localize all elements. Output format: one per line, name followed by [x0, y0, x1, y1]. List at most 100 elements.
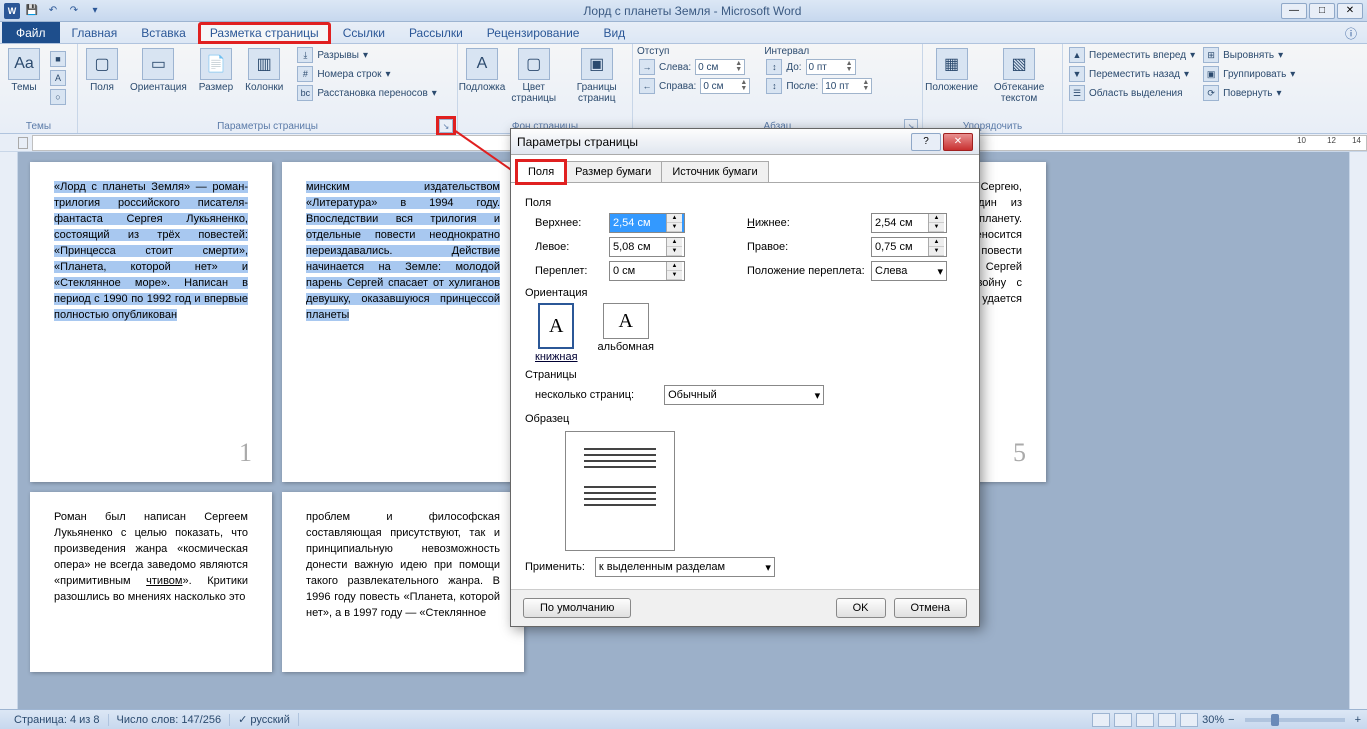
- word-icon: W: [4, 3, 20, 19]
- close-button[interactable]: ✕: [1337, 3, 1363, 19]
- status-language[interactable]: ✓ русский: [230, 713, 299, 726]
- indent-left-input[interactable]: 0 см▲▼: [695, 59, 745, 75]
- document-page[interactable]: минским издательством «Литература» в 199…: [282, 162, 524, 482]
- spacing-after-input[interactable]: 10 пт▲▼: [822, 78, 872, 94]
- maximize-button[interactable]: □: [1309, 3, 1335, 19]
- position-icon: ▦: [936, 48, 968, 80]
- right-margin-input[interactable]: ▲▼: [871, 237, 947, 257]
- default-button[interactable]: По умолчанию: [523, 598, 631, 618]
- margins-button[interactable]: ▢Поля: [82, 46, 122, 95]
- selection-pane-button[interactable]: ☰Область выделения: [1067, 84, 1197, 102]
- top-margin-input[interactable]: ▲▼: [609, 213, 685, 233]
- document-page[interactable]: проблем и философская составляющая прису…: [282, 492, 524, 672]
- bottom-margin-input[interactable]: ▲▼: [871, 213, 947, 233]
- save-button[interactable]: 💾: [23, 2, 41, 20]
- dialog-tab-source[interactable]: Источник бумаги: [661, 161, 768, 183]
- position-button[interactable]: ▦ Положение: [927, 46, 976, 95]
- orientation-button[interactable]: ▭Ориентация: [126, 46, 191, 95]
- page-setup-launcher[interactable]: ↘: [439, 119, 453, 133]
- document-page[interactable]: «Лорд с планеты Земля» — роман-трилогия …: [30, 162, 272, 482]
- wrap-button[interactable]: ▧Обтекание текстом: [980, 46, 1058, 106]
- zoom-slider[interactable]: [1245, 718, 1345, 722]
- redo-button[interactable]: ↷: [65, 2, 83, 20]
- position-label: Положение: [925, 82, 978, 93]
- page-borders-button[interactable]: ▣Границы страниц: [565, 46, 628, 106]
- dialog-tab-paper[interactable]: Размер бумаги: [564, 161, 662, 183]
- view-print-layout[interactable]: [1092, 713, 1110, 727]
- dialog-close-button[interactable]: ✕: [943, 133, 973, 151]
- ruler-mark: 10: [1297, 136, 1306, 145]
- line-numbers-button[interactable]: #Номера строк ▾: [295, 65, 438, 83]
- gutter-label: Переплет:: [535, 265, 605, 277]
- themes-button[interactable]: Aa Темы: [4, 46, 44, 95]
- tab-page-layout[interactable]: Разметка страницы: [198, 22, 331, 44]
- align-button[interactable]: ⊞Выровнять ▾: [1201, 46, 1297, 64]
- ok-button[interactable]: OK: [836, 598, 886, 618]
- orientation-landscape[interactable]: Aальбомная: [598, 303, 654, 363]
- document-page[interactable]: Роман был написан Сергеем Лукьяненко с ц…: [30, 492, 272, 672]
- theme-colors-icon[interactable]: ■: [50, 51, 66, 67]
- theme-effects-icon[interactable]: ○: [50, 89, 66, 105]
- left-margin-input[interactable]: ▲▼: [609, 237, 685, 257]
- indent-label: Отступ: [637, 46, 752, 57]
- orientation-portrait[interactable]: Aкнижная: [535, 303, 578, 363]
- hyphenation-button[interactable]: bcРасстановка переносов ▾: [295, 84, 438, 102]
- dialog-tab-margins[interactable]: Поля: [517, 161, 565, 183]
- page-color-button[interactable]: ▢Цвет страницы: [506, 46, 561, 106]
- qat-customize[interactable]: ▾: [86, 2, 104, 20]
- spacing-before-icon: ↕: [766, 59, 782, 75]
- group-button[interactable]: ▣Группировать ▾: [1201, 65, 1297, 83]
- indent-right-input[interactable]: 0 см▲▼: [700, 78, 750, 94]
- status-page[interactable]: Страница: 4 из 8: [6, 714, 109, 726]
- undo-button[interactable]: ↶: [44, 2, 62, 20]
- page-number: 5: [1013, 434, 1026, 472]
- theme-fonts-icon[interactable]: A: [50, 70, 66, 86]
- right-margin-label: Правое:: [747, 241, 867, 253]
- tab-review[interactable]: Рецензирование: [475, 22, 592, 43]
- minimize-button[interactable]: —: [1281, 3, 1307, 19]
- status-word-count[interactable]: Число слов: 147/256: [109, 714, 231, 726]
- vertical-scrollbar[interactable]: [1349, 152, 1367, 709]
- size-button[interactable]: 📄Размер: [195, 46, 237, 95]
- view-draft[interactable]: [1180, 713, 1198, 727]
- rotate-button[interactable]: ⟳Повернуть ▾: [1201, 84, 1297, 102]
- view-outline[interactable]: [1158, 713, 1176, 727]
- tab-insert[interactable]: Вставка: [129, 22, 198, 43]
- send-backward-button[interactable]: ▼Переместить назад ▾: [1067, 65, 1197, 83]
- gutter-pos-select[interactable]: Слева▾: [871, 261, 947, 281]
- line-numbers-label: Номера строк: [317, 69, 381, 80]
- selection-pane-label: Область выделения: [1089, 88, 1183, 99]
- portrait-icon: A: [538, 303, 574, 349]
- view-web[interactable]: [1136, 713, 1154, 727]
- size-label: Размер: [199, 82, 233, 93]
- tab-home[interactable]: Главная: [60, 22, 130, 43]
- multi-pages-select[interactable]: Обычный▾: [664, 385, 824, 405]
- tab-mailings[interactable]: Рассылки: [397, 22, 475, 43]
- dialog-help-button[interactable]: ?: [911, 133, 941, 151]
- bring-forward-button[interactable]: ▲Переместить вперед ▾: [1067, 46, 1197, 64]
- file-tab[interactable]: Файл: [2, 22, 60, 43]
- vertical-ruler[interactable]: [0, 152, 18, 709]
- view-full-screen[interactable]: [1114, 713, 1132, 727]
- indent-left-icon: →: [639, 59, 655, 75]
- spacing-before-input[interactable]: 0 пт▲▼: [806, 59, 856, 75]
- cancel-button[interactable]: Отмена: [894, 598, 967, 618]
- left-margin-label: Левое:: [535, 241, 605, 253]
- watermark-label: Подложка: [459, 82, 506, 93]
- apply-to-select[interactable]: к выделенным разделам▾: [595, 557, 775, 577]
- tab-references[interactable]: Ссылки: [331, 22, 397, 43]
- gutter-input[interactable]: ▲▼: [609, 261, 685, 281]
- indent-right-label: Справа:: [659, 81, 696, 92]
- tab-view[interactable]: Вид: [591, 22, 637, 43]
- orientation-icon: ▭: [142, 48, 174, 80]
- tab-selector[interactable]: [18, 137, 28, 149]
- breaks-button[interactable]: ⤓Разрывы ▾: [295, 46, 438, 64]
- zoom-level[interactable]: 30%: [1202, 714, 1224, 726]
- sample-preview: [565, 431, 675, 551]
- watermark-button[interactable]: AПодложка: [462, 46, 502, 95]
- zoom-in-button[interactable]: +: [1355, 714, 1361, 726]
- zoom-out-button[interactable]: −: [1228, 714, 1234, 726]
- columns-button[interactable]: ▥Колонки: [241, 46, 287, 95]
- ribbon-help-icon[interactable]: ⓘ: [1335, 22, 1367, 43]
- send-backward-label: Переместить назад: [1089, 69, 1180, 80]
